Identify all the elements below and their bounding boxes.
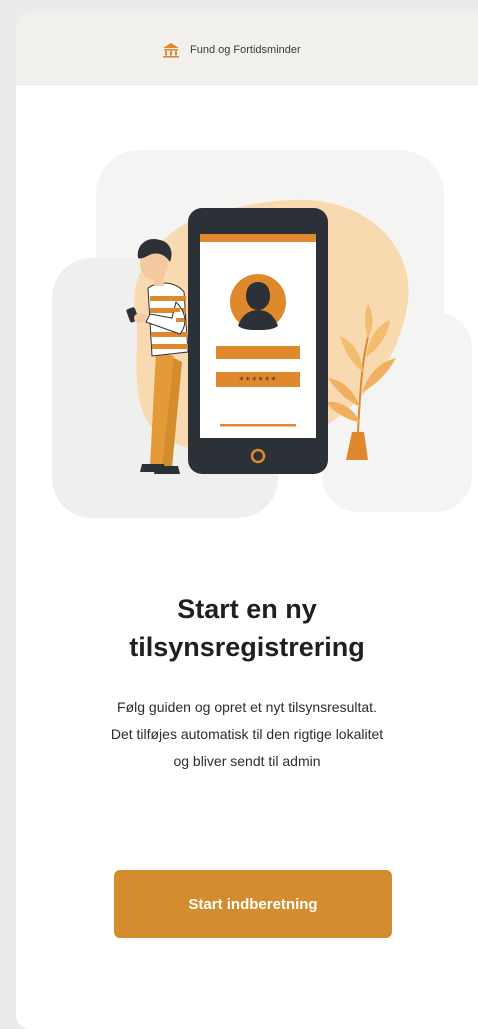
page-description: Følg guiden og opret et nyt tilsynsresul…	[16, 694, 478, 775]
phone-icon: ******	[188, 208, 328, 474]
page-title-line: Start en ny	[177, 594, 317, 625]
app-screen: Fund og Fortidsminder ****** Start en ny…	[16, 12, 478, 1029]
username-field-graphic	[216, 346, 300, 359]
password-mask: ******	[239, 376, 278, 386]
page-title: Start en ny tilsynsregistrering	[16, 590, 478, 666]
description-line: Det tilføjes automatisk til den rigtige …	[110, 726, 384, 742]
page-title-line: tilsynsregistrering	[129, 632, 365, 663]
phone-login-illustration: ******	[52, 150, 472, 518]
description-line: Følg guiden og opret et nyt tilsynsresul…	[117, 699, 377, 715]
description-line: og bliver sendt til admin	[173, 753, 321, 769]
start-report-button[interactable]: Start indberetning	[114, 870, 392, 938]
